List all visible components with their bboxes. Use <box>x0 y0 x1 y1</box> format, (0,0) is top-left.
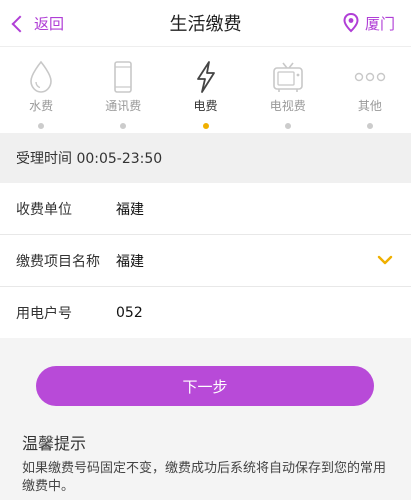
tab-electricity[interactable]: 电费 <box>164 47 246 133</box>
more-dots-icon <box>353 59 387 95</box>
lightning-icon <box>193 59 219 95</box>
tab-indicator-dot <box>38 123 45 129</box>
account-number-label: 用电户号 <box>16 305 72 322</box>
tab-label: 电视费 <box>269 99 306 113</box>
chevron-down-icon[interactable] <box>377 255 393 265</box>
navigation-bar: 返回 生活缴费 厦门 <box>0 0 411 46</box>
payment-item-label: 缴费项目名称 <box>16 253 100 270</box>
city-selector[interactable]: 厦门 <box>343 13 411 34</box>
tab-label: 其他 <box>357 99 382 113</box>
tv-icon <box>272 59 304 95</box>
payment-item-row[interactable]: 缴费项目名称 福建 <box>0 235 411 287</box>
tab-tv[interactable]: 电视费 <box>247 47 329 133</box>
tab-indicator-dot <box>284 123 291 129</box>
tab-label: 通讯费 <box>105 99 142 113</box>
back-button[interactable]: 返回 <box>0 13 64 34</box>
payee-value: 福建 <box>116 201 144 218</box>
category-tabs: 水费 通讯费 电费 电视费 其他 <box>0 46 411 133</box>
tab-indicator-dot <box>202 123 209 129</box>
account-number-row[interactable]: 用电户号 052 <box>0 287 411 338</box>
tab-telecom[interactable]: 通讯费 <box>82 47 164 133</box>
water-drop-icon <box>28 59 54 95</box>
payee-label: 收费单位 <box>16 201 72 218</box>
service-hours-text: 受理时间 00:05-23:50 <box>16 151 163 167</box>
city-label: 厦门 <box>364 14 395 33</box>
payee-row[interactable]: 收费单位 福建 <box>0 183 411 235</box>
back-label: 返回 <box>34 14 65 33</box>
chevron-left-icon <box>11 15 29 32</box>
tips-title: 温馨提示 <box>22 434 87 453</box>
next-step-button[interactable]: 下一步 <box>36 366 374 406</box>
tab-label: 水费 <box>29 99 54 113</box>
account-number-field[interactable]: 052 <box>116 305 143 321</box>
tab-indicator-dot <box>120 123 127 129</box>
tab-water[interactable]: 水费 <box>0 47 82 133</box>
location-pin-icon <box>343 13 359 33</box>
tips-body: 如果缴费号码固定不变，缴费成功后系统将自动保存到您的常用缴费中。 <box>22 461 387 494</box>
tab-other[interactable]: 其他 <box>329 47 411 133</box>
service-hours-bar: 受理时间 00:05-23:50 <box>0 133 411 183</box>
tab-indicator-dot <box>366 123 373 129</box>
payment-item-value: 福建 <box>116 253 144 270</box>
tab-label: 电费 <box>193 99 218 113</box>
payment-form: 收费单位 福建 缴费项目名称 福建 用电户号 052 <box>0 183 411 338</box>
phone-icon <box>113 59 133 95</box>
